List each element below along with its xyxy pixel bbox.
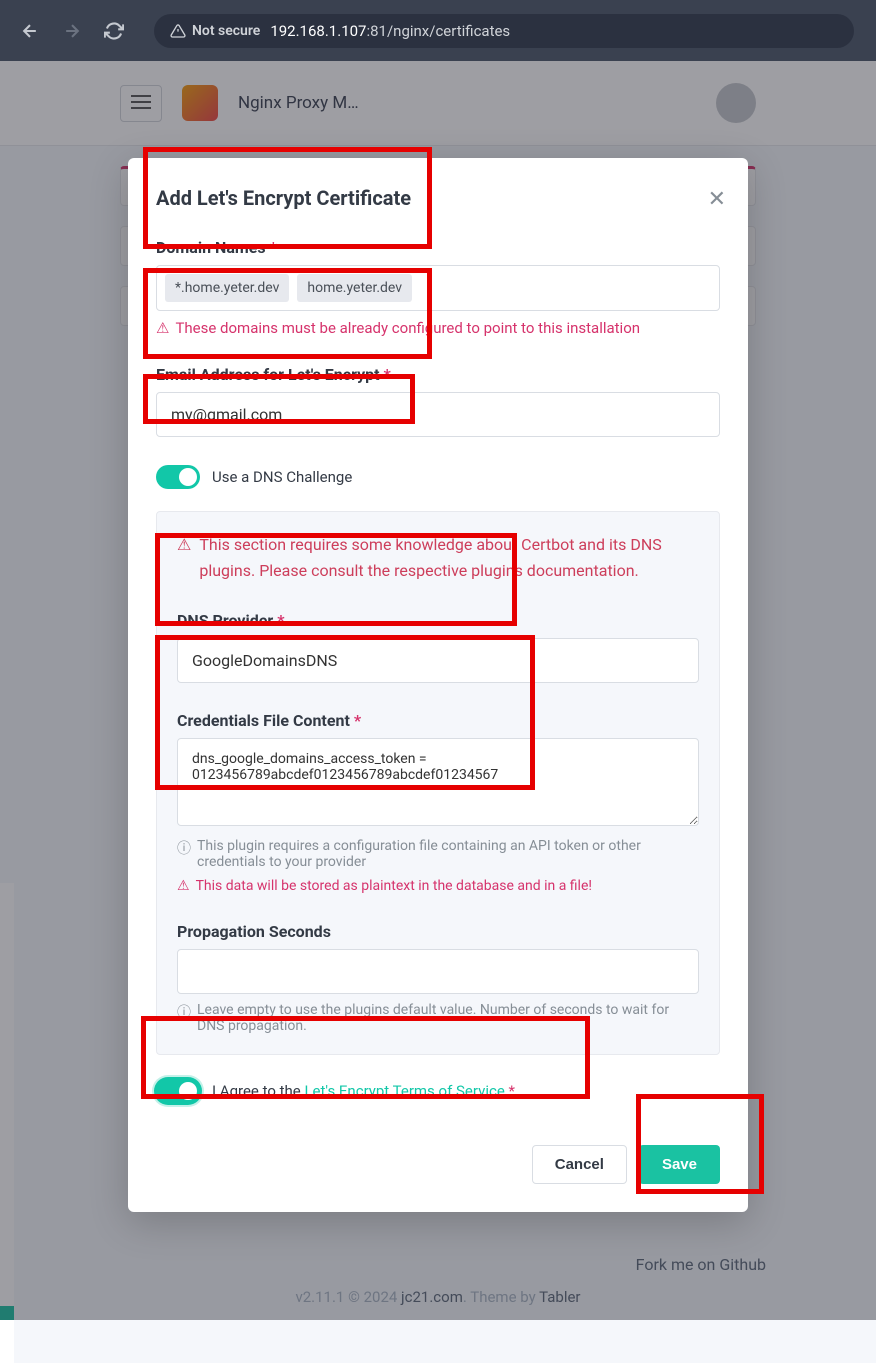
footer-tabler-link[interactable]: Tabler (539, 1288, 580, 1306)
cancel-button[interactable]: Cancel (532, 1145, 627, 1184)
dns-provider-select[interactable] (177, 638, 699, 683)
not-secure-badge: Not secure (170, 23, 260, 39)
email-label: Email Address for Let's Encrypt * (156, 365, 720, 384)
dns-challenge-toggle[interactable] (156, 465, 200, 489)
forward-button[interactable] (60, 19, 84, 43)
domain-hint: These domains must be already configured… (156, 319, 720, 337)
tos-link[interactable]: Let's Encrypt Terms of Service (304, 1082, 504, 1100)
browser-toolbar: Not secure 192.168.1.107:81/nginx/certif… (0, 0, 876, 61)
propagation-label: Propagation Seconds (177, 922, 699, 941)
propagation-input[interactable] (177, 949, 699, 994)
info-icon (177, 1002, 191, 1022)
close-button[interactable]: ✕ (708, 186, 726, 212)
panel-warning: This section requires some knowledge abo… (177, 532, 699, 583)
domain-tag[interactable]: home.yeter.dev (297, 274, 412, 302)
footer-jc21-link[interactable]: jc21.com (401, 1288, 463, 1306)
page-body: Nginx Proxy M… Fork me on Github v2.11.1… (0, 61, 876, 1320)
url-text: 192.168.1.107:81/nginx/certificates (270, 22, 510, 40)
propagation-hint: Leave empty to use the plugins default v… (177, 1002, 699, 1034)
credentials-hint: This plugin requires a configuration fil… (177, 838, 699, 870)
domain-names-label: Domain Names * (156, 238, 720, 257)
address-bar[interactable]: Not secure 192.168.1.107:81/nginx/certif… (154, 14, 854, 48)
add-certificate-modal: Add Let's Encrypt Certificate ✕ Domain N… (128, 158, 748, 1212)
email-input[interactable] (156, 392, 720, 437)
warning-icon (177, 532, 191, 558)
agree-tos-toggle[interactable] (156, 1079, 200, 1103)
footer: v2.11.1 © 2024 jc21.com. Theme by Tabler (0, 1274, 876, 1320)
domain-tag[interactable]: *.home.yeter.dev (165, 274, 289, 302)
credentials-textarea[interactable] (177, 738, 699, 826)
dns-provider-label: DNS Provider * (177, 611, 699, 630)
dns-challenge-panel: This section requires some knowledge abo… (156, 511, 720, 1055)
domain-names-input[interactable]: *.home.yeter.dev home.yeter.dev (156, 265, 720, 311)
credentials-warning: This data will be stored as plaintext in… (177, 878, 699, 894)
modal-footer: Cancel Save (128, 1121, 748, 1212)
info-icon (177, 838, 191, 858)
agree-tos-label: I Agree to the Let's Encrypt Terms of Se… (212, 1082, 515, 1100)
warning-icon (177, 878, 190, 894)
warning-icon (156, 319, 169, 337)
dns-challenge-label: Use a DNS Challenge (212, 468, 352, 486)
reload-button[interactable] (102, 19, 126, 43)
modal-title: Add Let's Encrypt Certificate (156, 186, 720, 210)
fork-github-link[interactable]: Fork me on Github (636, 1255, 766, 1274)
save-button[interactable]: Save (639, 1145, 720, 1184)
credentials-label: Credentials File Content * (177, 711, 699, 730)
back-button[interactable] (18, 19, 42, 43)
